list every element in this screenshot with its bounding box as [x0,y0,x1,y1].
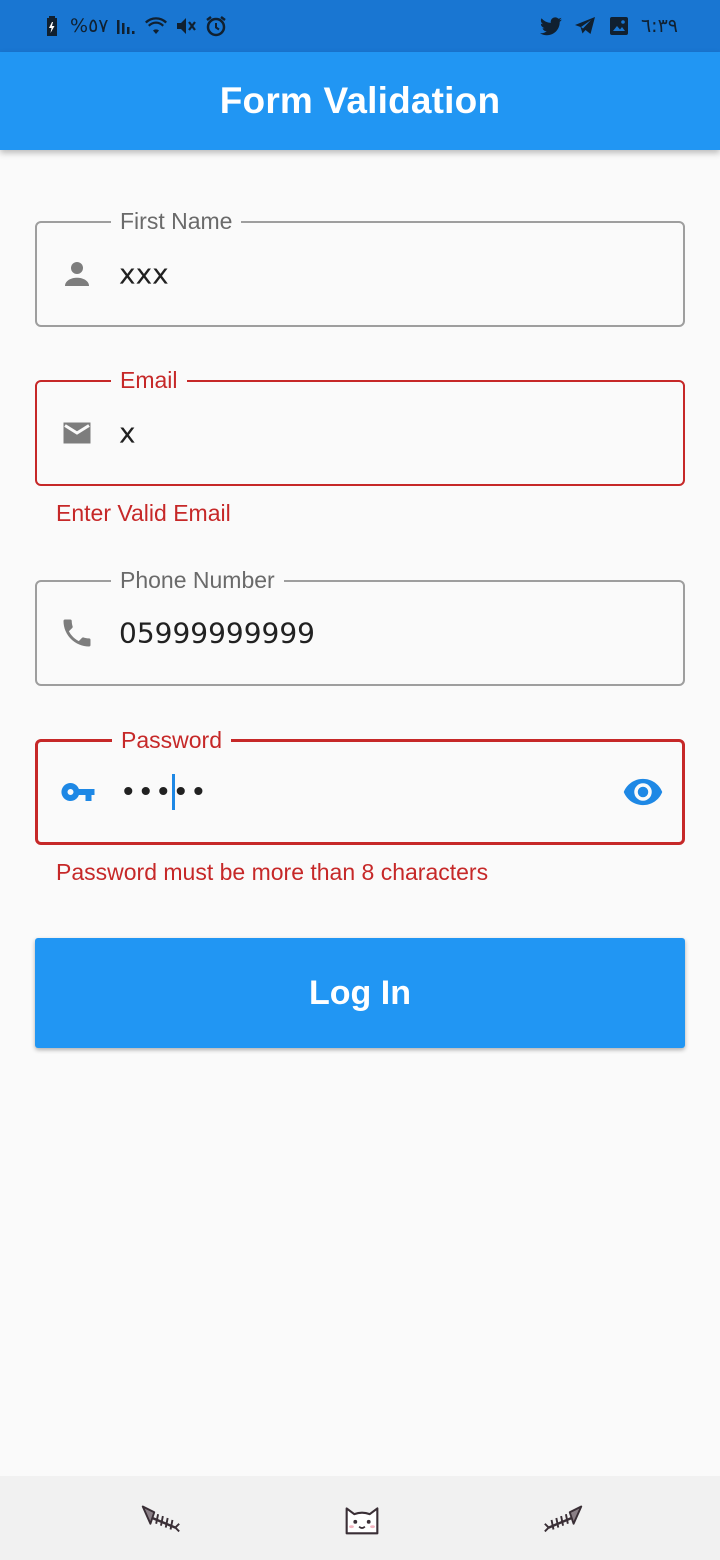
status-time: ٦:٣٩ [640,15,678,37]
email-error-text: Enter Valid Email [56,500,231,526]
signal-icon [114,14,138,38]
password-error-text: Password must be more than 8 characters [56,859,489,885]
password-field[interactable]: Password ••••• [35,725,685,845]
fishbone-right-icon[interactable] [540,1496,588,1540]
phone-field[interactable]: Phone Number 05999999999 [35,565,685,686]
key-icon [60,774,96,810]
phone-icon [59,615,95,651]
twitter-icon [539,14,563,38]
email-input[interactable]: x [119,417,136,450]
cat-face-icon[interactable] [338,1496,386,1540]
page-title: Form Validation [219,80,501,121]
password-label: Password [112,725,231,755]
battery-percentage: %٥٧ [70,15,109,37]
email-field[interactable]: Email x [35,365,685,486]
email-icon [59,415,95,451]
eye-icon[interactable] [622,771,664,813]
telegram-icon [573,14,597,38]
password-input[interactable]: ••••• [120,776,208,809]
status-bar: %٥٧ ٦:٣٩ [0,0,720,52]
alarm-icon [204,14,228,38]
login-button[interactable]: Log In [35,938,685,1048]
phone-input[interactable]: 05999999999 [119,617,315,650]
first-name-field[interactable]: First Name xxx [35,206,685,327]
phone-label: Phone Number [111,565,284,595]
wifi-icon [144,14,168,38]
fishbone-left-icon[interactable] [136,1496,184,1540]
mute-icon [174,14,198,38]
bottom-nav-bar [0,1476,720,1560]
person-icon [59,256,95,292]
email-label: Email [111,365,187,395]
status-left-group: %٥٧ [40,14,228,38]
first-name-label: First Name [111,206,242,236]
first-name-input[interactable]: xxx [119,258,169,291]
status-right-group: ٦:٣٩ [539,14,678,38]
text-cursor [172,774,175,810]
battery-icon [40,14,64,38]
gallery-icon [607,14,631,38]
app-bar: Form Validation [0,52,720,150]
